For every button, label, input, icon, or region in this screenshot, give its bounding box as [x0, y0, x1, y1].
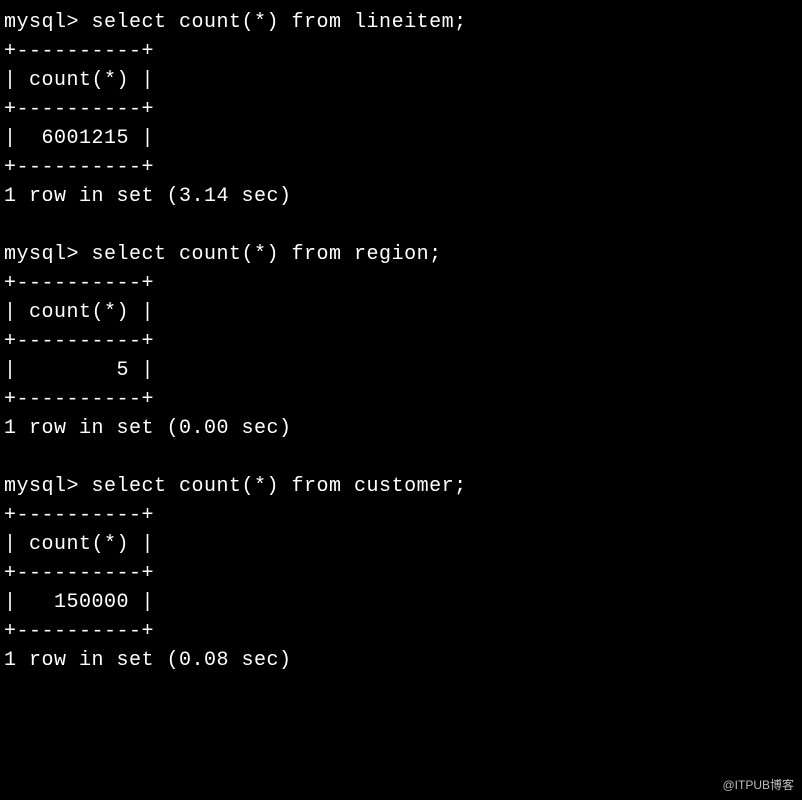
- table-header: | count(*) |: [4, 298, 802, 327]
- table-border-mid: +----------+: [4, 559, 802, 588]
- prompt-line[interactable]: mysql> select count(*) from lineitem;: [4, 8, 802, 37]
- sql-command: select count(*) from lineitem;: [92, 11, 467, 34]
- sql-command: select count(*) from region;: [92, 243, 442, 266]
- result-message: 1 row in set (0.00 sec): [4, 414, 802, 443]
- table-border-top: +----------+: [4, 269, 802, 298]
- table-value-row: | 6001215 |: [4, 124, 802, 153]
- sql-command: select count(*) from customer;: [92, 475, 467, 498]
- table-border-mid: +----------+: [4, 327, 802, 356]
- table-border-bottom: +----------+: [4, 153, 802, 182]
- query-block-region: mysql> select count(*) from region; +---…: [4, 240, 802, 443]
- watermark-label: @ITPUB博客: [722, 777, 794, 794]
- mysql-prompt: mysql>: [4, 243, 92, 266]
- prompt-line[interactable]: mysql> select count(*) from customer;: [4, 472, 802, 501]
- table-header: | count(*) |: [4, 66, 802, 95]
- table-border-top: +----------+: [4, 37, 802, 66]
- table-border-bottom: +----------+: [4, 617, 802, 646]
- result-message: 1 row in set (0.08 sec): [4, 646, 802, 675]
- table-header: | count(*) |: [4, 530, 802, 559]
- query-block-lineitem: mysql> select count(*) from lineitem; +-…: [4, 8, 802, 211]
- table-border-mid: +----------+: [4, 95, 802, 124]
- query-block-customer: mysql> select count(*) from customer; +-…: [4, 472, 802, 675]
- prompt-line[interactable]: mysql> select count(*) from region;: [4, 240, 802, 269]
- mysql-prompt: mysql>: [4, 11, 92, 34]
- result-message: 1 row in set (3.14 sec): [4, 182, 802, 211]
- table-value-row: | 150000 |: [4, 588, 802, 617]
- mysql-prompt: mysql>: [4, 475, 92, 498]
- table-value-row: | 5 |: [4, 356, 802, 385]
- table-border-bottom: +----------+: [4, 385, 802, 414]
- table-border-top: +----------+: [4, 501, 802, 530]
